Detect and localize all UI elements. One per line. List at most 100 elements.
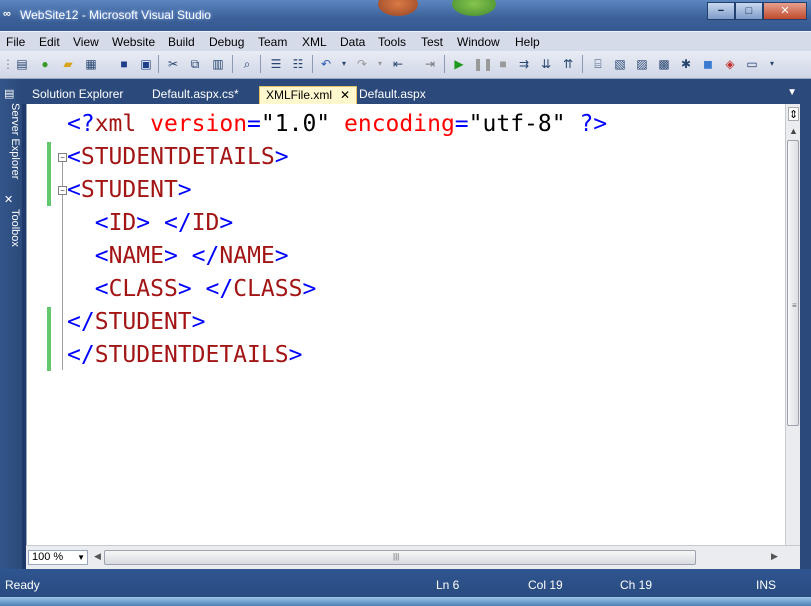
tab-label: Default.aspx: [359, 87, 426, 101]
outline-guide: [62, 162, 63, 186]
toolbox-icon[interactable]: ▩: [656, 56, 672, 72]
server-explorer-tab[interactable]: ▤ Server Explorer: [1, 85, 21, 190]
code-editor[interactable]: − − <?xml version="1.0" encoding="utf-8"…: [26, 104, 800, 545]
bracket: </: [67, 342, 95, 368]
tag-name: STUDENT: [80, 177, 178, 203]
toolbar-overflow-icon[interactable]: ▾: [764, 56, 780, 72]
find-icon[interactable]: ⌕: [239, 56, 255, 72]
undo-dropdown-icon[interactable]: ▾: [336, 56, 352, 72]
options-icon[interactable]: ◈: [722, 56, 738, 72]
outline-guide: [62, 337, 63, 370]
extension-manager-icon[interactable]: ✱: [678, 56, 694, 72]
status-line: Ln 6: [436, 578, 460, 592]
zoom-dropdown[interactable]: 100 % ▼: [28, 550, 88, 565]
vertical-scrollbar[interactable]: ⇕ ▲ ≡: [785, 104, 800, 545]
bracket: >: [177, 276, 192, 302]
menu-bar: File Edit View Website Build Debug Team …: [0, 31, 811, 51]
start-debug-icon[interactable]: ▶: [451, 56, 467, 72]
save-all-icon[interactable]: ▣: [138, 56, 154, 72]
menu-help[interactable]: Help: [515, 35, 540, 49]
paste-icon[interactable]: ▥: [210, 56, 226, 72]
scroll-grip-icon: ≡: [792, 301, 797, 310]
menu-debug[interactable]: Debug: [209, 35, 244, 49]
splitter-icon[interactable]: ⇕: [788, 107, 799, 121]
code-line-8: </STUDENTDETAILS>: [67, 339, 302, 372]
menu-test[interactable]: Test: [421, 35, 443, 49]
redo-dropdown-icon[interactable]: ▾: [372, 56, 388, 72]
solution-explorer-icon[interactable]: ⌸: [590, 56, 606, 72]
start-page-icon[interactable]: ◼: [700, 56, 716, 72]
copy-icon[interactable]: ⧉: [187, 56, 203, 72]
add-item-icon[interactable]: ●: [37, 56, 53, 72]
collapse-icon[interactable]: −: [58, 153, 67, 162]
redo-icon[interactable]: ↷: [354, 56, 370, 72]
undo-icon[interactable]: ↶: [318, 56, 334, 72]
open-icon[interactable]: ▰: [60, 56, 76, 72]
menu-website[interactable]: Website: [112, 35, 155, 49]
bracket: </: [205, 276, 234, 302]
tag-name: STUDENTDETAILS: [80, 144, 275, 170]
object-browser-icon[interactable]: ▨: [634, 56, 650, 72]
equals: =: [454, 111, 469, 137]
code-line-4: <ID> </ID>: [67, 207, 234, 240]
properties-icon[interactable]: ▧: [612, 56, 628, 72]
server-explorer-label: Server Explorer: [9, 103, 21, 180]
cut-icon[interactable]: ✂: [165, 56, 181, 72]
bracket: <: [94, 276, 109, 302]
zoom-value: 100 %: [32, 551, 64, 563]
step-into-icon[interactable]: ⇊: [538, 56, 554, 72]
step-over-icon[interactable]: ⇉: [516, 56, 532, 72]
tag-name: STUDENT: [94, 309, 192, 335]
menu-team[interactable]: Team: [258, 35, 287, 49]
pause-icon[interactable]: ❚❚: [473, 56, 493, 72]
toolbox-tab[interactable]: ✕ Toolbox: [1, 191, 21, 271]
server-explorer-icon: ▤: [4, 88, 15, 100]
outline-guide: [62, 195, 63, 337]
save-icon[interactable]: ■: [116, 56, 132, 72]
menu-edit[interactable]: Edit: [39, 35, 60, 49]
tab-default-aspx-cs[interactable]: Default.aspx.cs*: [146, 86, 245, 104]
new-project-icon[interactable]: ▤: [14, 56, 30, 72]
menu-xml[interactable]: XML: [302, 35, 327, 49]
tab-default-aspx[interactable]: Default.aspx: [353, 86, 432, 104]
scroll-right-icon[interactable]: ▶: [771, 551, 778, 562]
tag-name: CLASS: [108, 276, 178, 302]
tab-solution-explorer[interactable]: Solution Explorer: [26, 86, 129, 104]
navigate-backward-icon[interactable]: ⇤: [390, 56, 406, 72]
desktop-background-icon: [378, 0, 418, 16]
minimize-button[interactable]: −: [707, 2, 735, 20]
bracket: >: [288, 342, 303, 368]
command-window-icon[interactable]: ▭: [744, 56, 760, 72]
menu-view[interactable]: View: [73, 35, 99, 49]
tab-xmlfile-xml[interactable]: XMLFile.xml ✕: [259, 86, 358, 104]
comment-icon[interactable]: ☰: [268, 56, 284, 72]
toolbar-grip-icon[interactable]: ⋮: [2, 56, 14, 72]
step-out-icon[interactable]: ⇈: [560, 56, 576, 72]
uncomment-icon[interactable]: ☷: [290, 56, 306, 72]
tag-name: CLASS: [233, 276, 303, 302]
chevron-down-icon: ▼: [77, 553, 85, 562]
menu-file[interactable]: File: [6, 35, 25, 49]
menu-window[interactable]: Window: [457, 35, 500, 49]
add-new-item-icon[interactable]: ▦: [83, 56, 99, 72]
vertical-scroll-thumb[interactable]: ≡: [787, 140, 799, 426]
menu-tools[interactable]: Tools: [378, 35, 406, 49]
scroll-left-icon[interactable]: ◀: [94, 551, 101, 562]
code-line-2: <STUDENTDETAILS>: [67, 141, 289, 174]
stop-icon[interactable]: ■: [495, 56, 511, 72]
attr-encoding: encoding: [344, 111, 455, 137]
scroll-up-icon[interactable]: ▲: [789, 126, 798, 136]
collapse-icon[interactable]: −: [58, 186, 67, 195]
tab-list-dropdown-icon[interactable]: ▼: [787, 87, 797, 98]
toolbar-separator: [158, 55, 159, 73]
menu-data[interactable]: Data: [340, 35, 365, 49]
horizontal-scroll-thumb[interactable]: |||: [104, 550, 696, 565]
tab-close-icon[interactable]: ✕: [340, 88, 350, 102]
maximize-button[interactable]: □: [735, 2, 763, 20]
tag-name: NAME: [108, 243, 164, 269]
navigate-forward-icon[interactable]: ⇥: [422, 56, 438, 72]
bracket: </: [191, 243, 220, 269]
menu-build[interactable]: Build: [168, 35, 195, 49]
bracket: >: [302, 276, 317, 302]
close-button[interactable]: ✕: [763, 2, 807, 20]
